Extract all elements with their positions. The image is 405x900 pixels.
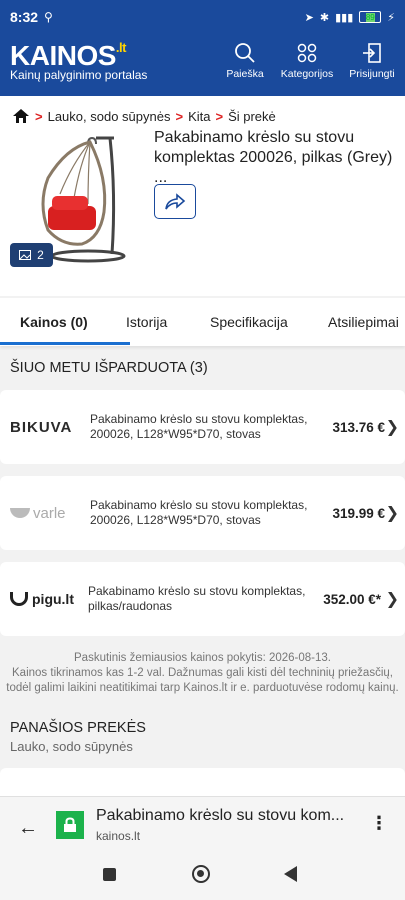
chevron-right-icon: ❯ [385, 505, 399, 522]
home-button[interactable] [192, 865, 210, 883]
chevron-right-icon: ❯ [385, 591, 399, 608]
similar-products-title: PANAŠIOS PREKĖS [10, 720, 146, 736]
chevron-right-icon: > [215, 108, 224, 124]
tab-reviews[interactable]: Atsiliepimai [328, 314, 399, 330]
shop-logo-varle: varle [0, 505, 86, 522]
battery-level: 89 [365, 12, 375, 22]
varle-logo-icon [10, 508, 30, 518]
grid-icon [297, 43, 317, 63]
pigu-logo-icon [10, 592, 28, 606]
breadcrumb: > Lauko, sodo sūpynės > Kita > Ši prekė [12, 108, 276, 124]
browser-bar: ← Pakabinamo krėslo su stovu kom... kain… [0, 796, 405, 856]
search-icon [235, 43, 255, 63]
battery-icon: 89 [359, 11, 382, 23]
signal-icon: ▮▮▮ [335, 11, 354, 24]
chevron-right-icon: > [35, 108, 43, 124]
share-button[interactable] [154, 184, 196, 219]
note-check-frequency: Kainos tikrinamos kas 1-2 val. Dažnumas … [12, 667, 393, 679]
recents-button[interactable] [103, 868, 116, 881]
share-icon [165, 192, 186, 209]
logo-tld: .lt [115, 40, 127, 55]
browser-page-title[interactable]: Pakabinamo krėslo su stovu kom... [96, 807, 358, 825]
system-nav-bar [0, 856, 405, 900]
offer-description: Pakabinamo krėslo su stovu komplektas, p… [88, 584, 306, 613]
tab-history[interactable]: Istorija [126, 314, 167, 330]
location-icon: ⚲ [44, 10, 53, 24]
nav-search-label: Paieška [226, 68, 264, 80]
home-icon[interactable] [12, 108, 30, 124]
browser-url[interactable]: kainos.lt [96, 829, 140, 843]
product-section: > Lauko, sodo sūpynės > Kita > Ši prekė … [0, 96, 405, 296]
lock-icon[interactable] [56, 811, 84, 839]
shop-logo-pigu: pigu.lt [0, 591, 86, 607]
charging-icon: ⚡ [387, 11, 395, 24]
similar-products-subtitle[interactable]: Lauko, sodo sūpynės [10, 739, 146, 754]
image-icon [19, 250, 32, 260]
logo-text: KAINOS [10, 40, 116, 71]
nav-search-button[interactable]: Paieška [215, 42, 275, 80]
chevron-right-icon: ❯ [385, 419, 399, 436]
shop-logo-bikuva: BIKUVA [0, 419, 86, 436]
more-menu-icon[interactable]: ⋮ [370, 813, 388, 834]
navigation-icon: ➤ [304, 11, 314, 24]
chevron-right-icon: > [175, 108, 184, 124]
breadcrumb-category[interactable]: Lauko, sodo sūpynės [48, 109, 171, 124]
padlock-glyph [64, 817, 76, 832]
nav-login-label: Prisijungti [349, 68, 395, 80]
site-header: KAINOS.lt Kainų palyginimo portalas Paie… [0, 34, 405, 96]
offer-price: 319.99 € [332, 505, 385, 521]
offer-row[interactable]: BIKUVA Pakabinamo krėslo su stovu komple… [0, 390, 405, 464]
note-disclaimer: todėl galimi laikini neatitikimai tarp K… [6, 682, 399, 694]
offer-price: 313.76 € [332, 419, 385, 435]
shop-name: varle [33, 504, 66, 522]
offer-price: 352.00 €* [323, 591, 381, 607]
breadcrumb-current: Ši prekė [228, 108, 276, 124]
nav-categories-button[interactable]: Kategorijos [277, 42, 337, 80]
tab-specification[interactable]: Specifikacija [210, 314, 288, 330]
offer-row[interactable]: varle Pakabinamo krėslo su stovu komplek… [0, 476, 405, 550]
status-time: 8:32 [10, 9, 39, 25]
shop-name: BIKUVA [10, 418, 73, 436]
offer-description: Pakabinamo krėslo su stovu komplektas, 2… [90, 498, 308, 527]
sold-out-title: ŠIUO METU IŠPARDUOTA (3) [10, 360, 208, 376]
shop-name: pigu.lt [32, 591, 74, 607]
nav-categories-label: Kategorijos [280, 68, 334, 80]
image-count: 2 [37, 248, 44, 262]
tab-prices[interactable]: Kainos (0) [20, 314, 88, 330]
image-gallery-button[interactable]: 2 [10, 243, 53, 267]
status-bar: 8:32 ⚲ ➤ ✱ ▮▮▮ 89 ⚡ [0, 0, 405, 34]
back-button[interactable] [284, 866, 297, 882]
site-tagline: Kainų palyginimo portalas [10, 68, 148, 82]
offer-row[interactable]: pigu.lt Pakabinamo krėslo su stovu kompl… [0, 562, 405, 636]
nav-login-button[interactable]: Prisijungti [342, 42, 402, 80]
bluetooth-icon: ✱ [319, 11, 330, 24]
product-title: Pakabinamo krėslo su stovu komplektas 20… [154, 129, 393, 186]
price-update-note: Paskutinis žemiausios kainos pokytis: 20… [0, 651, 405, 696]
breadcrumb-subcategory[interactable]: Kita [188, 109, 210, 124]
offer-description: Pakabinamo krėslo su stovu komplektas, 2… [90, 412, 308, 441]
similar-products-header: PANAŠIOS PREKĖS Lauko, sodo sūpynės [10, 720, 146, 754]
active-tab-indicator [0, 342, 130, 345]
back-arrow-icon[interactable]: ← [18, 817, 38, 840]
login-icon [363, 43, 381, 63]
status-icons: ➤ ✱ ▮▮▮ 89 ⚡ [305, 11, 395, 24]
product-tabs: Kainos (0) Istorija Specifikacija Atsili… [0, 298, 405, 346]
note-last-change: Paskutinis žemiausios kainos pokytis: 20… [74, 652, 331, 664]
